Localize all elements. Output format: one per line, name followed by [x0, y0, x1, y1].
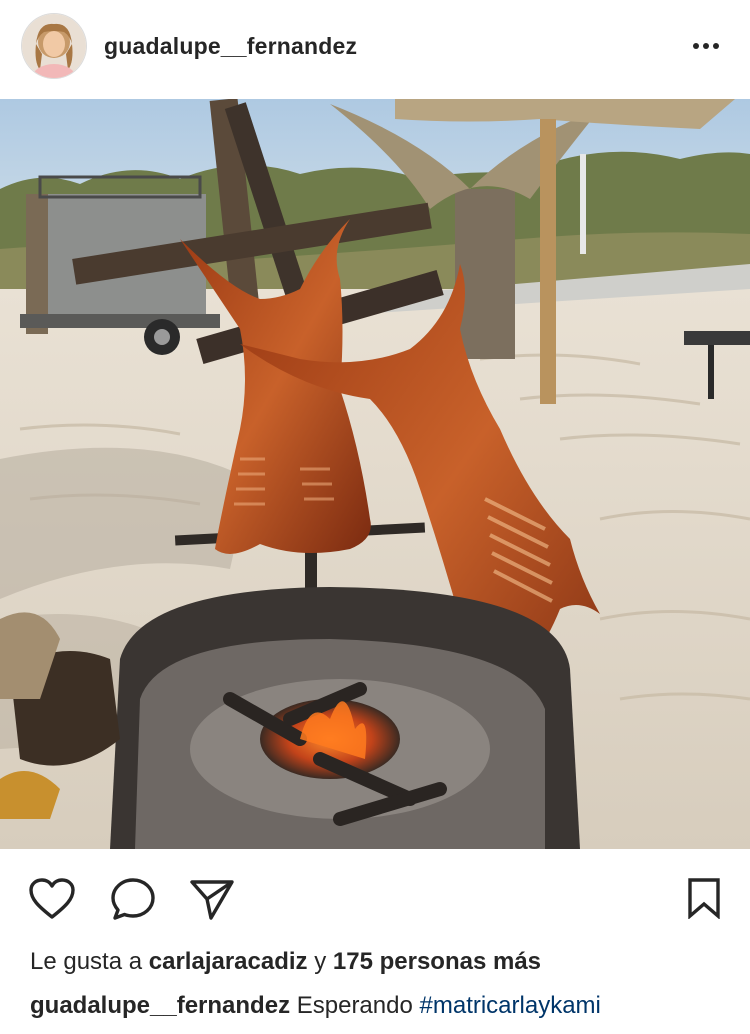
post-header: guadalupe__fernandez	[0, 0, 750, 98]
post-caption: guadalupe__fernandez Esperando #matricar…	[30, 992, 601, 1020]
more-options-icon[interactable]	[688, 36, 724, 56]
heart-icon[interactable]	[28, 877, 76, 926]
post-photo[interactable]	[0, 99, 750, 849]
likes-count[interactable]: 175 personas más	[333, 948, 541, 975]
username[interactable]: guadalupe__fernandez	[104, 33, 357, 60]
avatar[interactable]	[22, 14, 86, 78]
bookmark-icon[interactable]	[686, 877, 722, 924]
caption-hashtag[interactable]: #matricarlaykami	[420, 992, 601, 1019]
likes-summary: Le gusta a carlajaracadiz y 175 personas…	[30, 948, 541, 976]
action-bar	[0, 850, 750, 946]
likes-connector: y	[314, 948, 327, 975]
liker-username[interactable]: carlajaracadiz	[149, 948, 308, 975]
profile-photo-icon	[22, 14, 86, 78]
caption-text: Esperando	[296, 992, 413, 1019]
send-icon[interactable]	[189, 877, 235, 926]
comment-icon[interactable]	[110, 877, 156, 926]
likes-prefix: Le gusta a	[30, 948, 143, 975]
caption-username[interactable]: guadalupe__fernandez	[30, 992, 290, 1019]
